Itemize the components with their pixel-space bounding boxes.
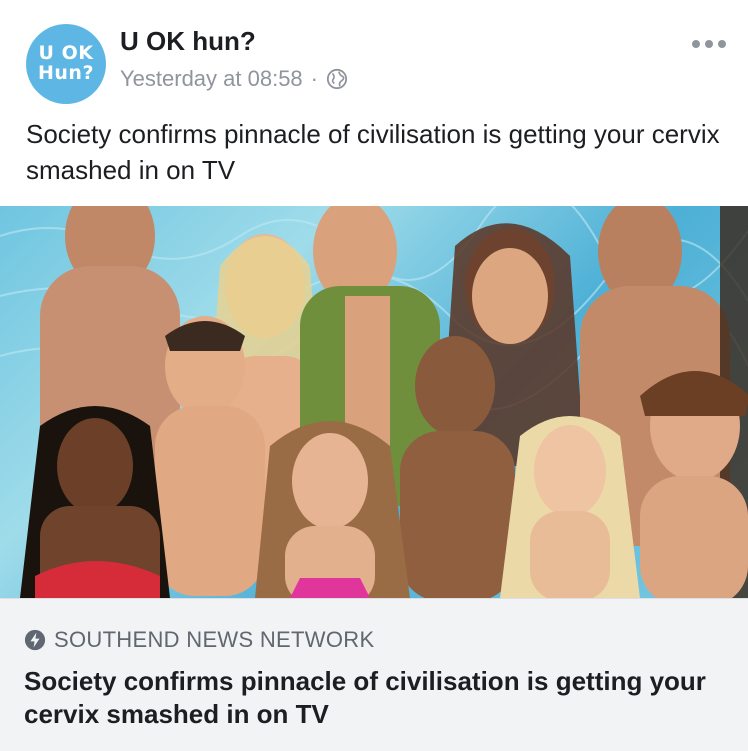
avatar-line-2: Hun? bbox=[38, 62, 94, 84]
link-source: SOUTHEND NEWS NETWORK bbox=[24, 627, 374, 653]
avatar-line-1: U OK bbox=[38, 42, 94, 65]
page-avatar[interactable]: U OK Hun? bbox=[26, 24, 106, 104]
link-source-label: SOUTHEND NEWS NETWORK bbox=[54, 627, 375, 652]
post-meta: Yesterday at 08:58 · bbox=[120, 66, 348, 92]
post-header: U OK Hun? U OK hun? Yesterday at 08:58 · bbox=[0, 0, 748, 110]
link-title[interactable]: Society confirms pinnacle of civilisatio… bbox=[24, 665, 714, 731]
meta-separator: · bbox=[310, 66, 318, 91]
link-preview-image[interactable] bbox=[0, 206, 748, 598]
post-caption: Society confirms pinnacle of civilisatio… bbox=[26, 119, 720, 185]
bolt-icon bbox=[24, 629, 46, 651]
timestamp-link[interactable]: Yesterday at 08:58 bbox=[120, 66, 303, 92]
more-options-icon[interactable] bbox=[692, 40, 726, 48]
globe-icon[interactable] bbox=[326, 68, 348, 90]
facebook-post: U OK Hun? U OK hun? Yesterday at 08:58 ·… bbox=[0, 0, 748, 751]
page-name-link[interactable]: U OK hun? bbox=[120, 26, 256, 57]
cast-photo-illustration bbox=[0, 206, 748, 598]
link-preview[interactable]: SOUTHEND NEWS NETWORK Society confirms p… bbox=[0, 598, 748, 751]
